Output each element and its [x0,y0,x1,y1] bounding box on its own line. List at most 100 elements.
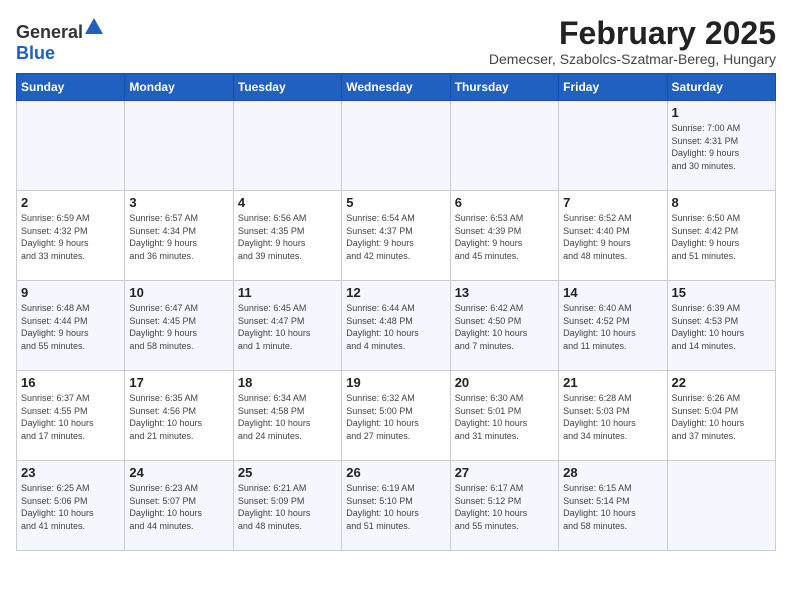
header-tuesday: Tuesday [233,74,341,101]
day-info: Sunrise: 6:34 AM Sunset: 4:58 PM Dayligh… [238,392,337,442]
logo-icon [83,16,105,38]
day-cell: 20 Sunrise: 6:30 AM Sunset: 5:01 PM Dayli… [450,371,558,461]
day-info: Sunrise: 6:53 AM Sunset: 4:39 PM Dayligh… [455,212,554,262]
day-info: Sunrise: 6:32 AM Sunset: 5:00 PM Dayligh… [346,392,445,442]
day-info: Sunrise: 6:19 AM Sunset: 5:10 PM Dayligh… [346,482,445,532]
day-info: Sunrise: 6:30 AM Sunset: 5:01 PM Dayligh… [455,392,554,442]
day-cell: 9 Sunrise: 6:48 AM Sunset: 4:44 PM Daylig… [17,281,125,371]
day-info: Sunrise: 6:57 AM Sunset: 4:34 PM Dayligh… [129,212,228,262]
day-cell: 1Sunrise: 7:00 AM Sunset: 4:31 PM Daylig… [667,101,775,191]
day-number: 4 [238,195,337,210]
header-sunday: Sunday [17,74,125,101]
day-cell: 28 Sunrise: 6:15 AM Sunset: 5:14 PM Dayli… [559,461,667,551]
day-number: 26 [346,465,445,480]
logo-text: General Blue [16,16,105,64]
day-info: Sunrise: 6:56 AM Sunset: 4:35 PM Dayligh… [238,212,337,262]
day-number: 15 [672,285,771,300]
day-info: Sunrise: 6:40 AM Sunset: 4:52 PM Dayligh… [563,302,662,352]
day-number: 11 [238,285,337,300]
day-number: 8 [672,195,771,210]
logo-general: General [16,22,83,42]
day-cell [667,461,775,551]
day-info: Sunrise: 6:42 AM Sunset: 4:50 PM Dayligh… [455,302,554,352]
day-number: 18 [238,375,337,390]
day-number: 16 [21,375,120,390]
day-cell [450,101,558,191]
day-cell: 16 Sunrise: 6:37 AM Sunset: 4:55 PM Dayli… [17,371,125,461]
day-number: 13 [455,285,554,300]
header-wednesday: Wednesday [342,74,450,101]
day-cell: 6 Sunrise: 6:53 AM Sunset: 4:39 PM Daylig… [450,191,558,281]
day-cell: 14 Sunrise: 6:40 AM Sunset: 4:52 PM Dayli… [559,281,667,371]
day-info: Sunrise: 6:52 AM Sunset: 4:40 PM Dayligh… [563,212,662,262]
day-info: Sunrise: 6:45 AM Sunset: 4:47 PM Dayligh… [238,302,337,352]
day-number: 22 [672,375,771,390]
day-cell [125,101,233,191]
header-saturday: Saturday [667,74,775,101]
day-cell [17,101,125,191]
day-info: Sunrise: 6:28 AM Sunset: 5:03 PM Dayligh… [563,392,662,442]
main-title: February 2025 [489,16,776,51]
day-cell: 8Sunrise: 6:50 AM Sunset: 4:42 PM Daylig… [667,191,775,281]
day-info: Sunrise: 6:44 AM Sunset: 4:48 PM Dayligh… [346,302,445,352]
calendar-table: SundayMondayTuesdayWednesdayThursdayFrid… [16,73,776,551]
day-info: Sunrise: 6:47 AM Sunset: 4:45 PM Dayligh… [129,302,228,352]
day-cell: 12 Sunrise: 6:44 AM Sunset: 4:48 PM Dayli… [342,281,450,371]
day-number: 27 [455,465,554,480]
day-info: Sunrise: 6:35 AM Sunset: 4:56 PM Dayligh… [129,392,228,442]
day-number: 21 [563,375,662,390]
day-number: 17 [129,375,228,390]
title-area: February 2025 Demecser, Szabolcs-Szatmar… [489,16,776,67]
day-number: 24 [129,465,228,480]
day-cell: 18 Sunrise: 6:34 AM Sunset: 4:58 PM Dayli… [233,371,341,461]
subtitle: Demecser, Szabolcs-Szatmar-Bereg, Hungar… [489,51,776,67]
day-cell: 21 Sunrise: 6:28 AM Sunset: 5:03 PM Dayli… [559,371,667,461]
day-number: 9 [21,285,120,300]
day-number: 2 [21,195,120,210]
day-cell: 4 Sunrise: 6:56 AM Sunset: 4:35 PM Daylig… [233,191,341,281]
day-number: 5 [346,195,445,210]
header-thursday: Thursday [450,74,558,101]
day-info: Sunrise: 6:26 AM Sunset: 5:04 PM Dayligh… [672,392,771,442]
day-number: 25 [238,465,337,480]
day-cell: 7Sunrise: 6:52 AM Sunset: 4:40 PM Daylig… [559,191,667,281]
day-info: Sunrise: 6:21 AM Sunset: 5:09 PM Dayligh… [238,482,337,532]
day-cell: 5Sunrise: 6:54 AM Sunset: 4:37 PM Daylig… [342,191,450,281]
day-cell: 13 Sunrise: 6:42 AM Sunset: 4:50 PM Dayli… [450,281,558,371]
day-number: 28 [563,465,662,480]
day-cell: 17 Sunrise: 6:35 AM Sunset: 4:56 PM Dayli… [125,371,233,461]
day-number: 20 [455,375,554,390]
day-cell [233,101,341,191]
day-number: 14 [563,285,662,300]
day-cell: 19 Sunrise: 6:32 AM Sunset: 5:00 PM Dayli… [342,371,450,461]
day-number: 6 [455,195,554,210]
day-info: Sunrise: 6:15 AM Sunset: 5:14 PM Dayligh… [563,482,662,532]
day-number: 23 [21,465,120,480]
week-row-0: 1Sunrise: 7:00 AM Sunset: 4:31 PM Daylig… [17,101,776,191]
day-cell: 2 Sunrise: 6:59 AM Sunset: 4:32 PM Daylig… [17,191,125,281]
day-cell: 22 Sunrise: 6:26 AM Sunset: 5:04 PM Dayli… [667,371,775,461]
day-number: 19 [346,375,445,390]
day-number: 10 [129,285,228,300]
day-cell [559,101,667,191]
day-number: 12 [346,285,445,300]
day-info: Sunrise: 6:25 AM Sunset: 5:06 PM Dayligh… [21,482,120,532]
header-friday: Friday [559,74,667,101]
page-header: General Blue February 2025 Demecser, Sza… [16,16,776,67]
day-info: Sunrise: 6:59 AM Sunset: 4:32 PM Dayligh… [21,212,120,262]
day-cell: 3 Sunrise: 6:57 AM Sunset: 4:34 PM Daylig… [125,191,233,281]
week-row-3: 16 Sunrise: 6:37 AM Sunset: 4:55 PM Dayli… [17,371,776,461]
day-cell: 27Sunrise: 6:17 AM Sunset: 5:12 PM Dayli… [450,461,558,551]
day-cell: 24Sunrise: 6:23 AM Sunset: 5:07 PM Dayli… [125,461,233,551]
day-number: 3 [129,195,228,210]
week-row-1: 2 Sunrise: 6:59 AM Sunset: 4:32 PM Daylig… [17,191,776,281]
day-cell: 11 Sunrise: 6:45 AM Sunset: 4:47 PM Dayli… [233,281,341,371]
day-cell: 10 Sunrise: 6:47 AM Sunset: 4:45 PM Dayli… [125,281,233,371]
day-cell: 26 Sunrise: 6:19 AM Sunset: 5:10 PM Dayli… [342,461,450,551]
day-info: Sunrise: 6:37 AM Sunset: 4:55 PM Dayligh… [21,392,120,442]
week-row-4: 23 Sunrise: 6:25 AM Sunset: 5:06 PM Dayli… [17,461,776,551]
day-cell [342,101,450,191]
logo: General Blue [16,16,105,64]
day-info: Sunrise: 6:48 AM Sunset: 4:44 PM Dayligh… [21,302,120,352]
day-number: 1 [672,105,771,120]
